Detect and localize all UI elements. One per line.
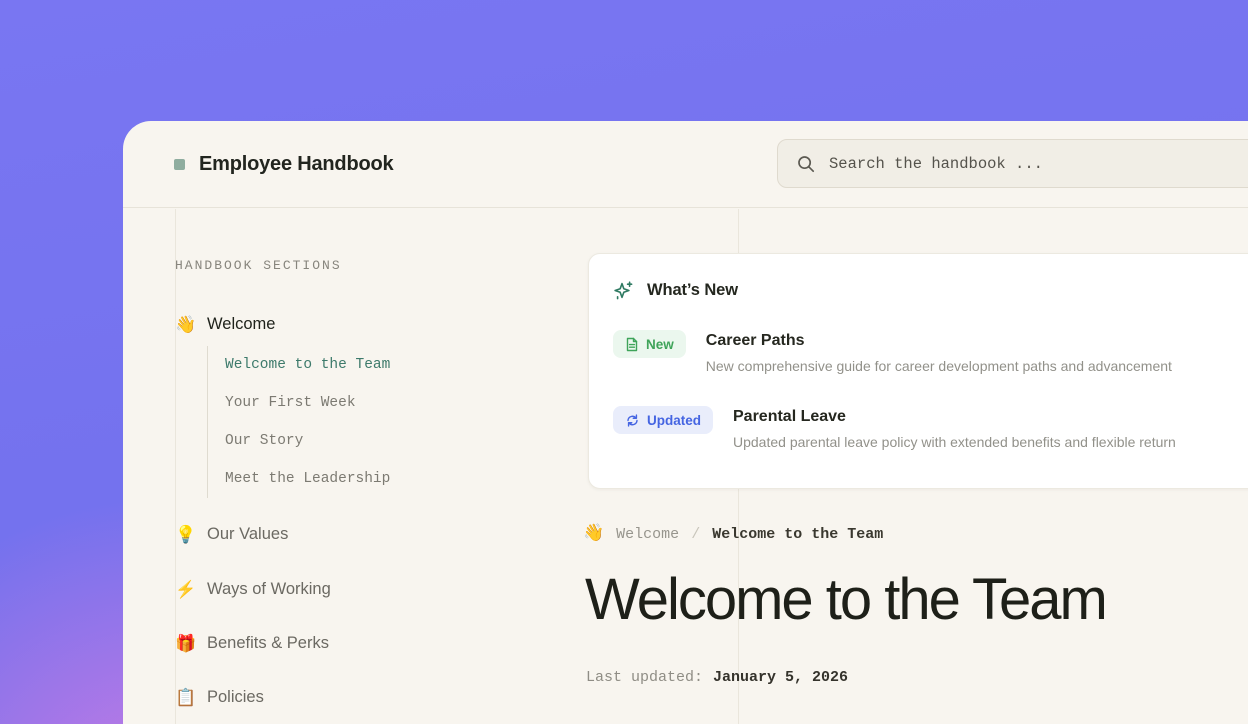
gift-emoji-icon: 🎁	[175, 635, 195, 652]
sidebar-item-welcome[interactable]: 👋 Welcome	[175, 310, 495, 338]
clipboard-emoji-icon: 📋	[175, 689, 195, 706]
whats-new-title: What’s New	[647, 281, 738, 300]
sidebar-item-ways-of-working[interactable]: ⚡ Ways of Working	[175, 575, 495, 603]
wave-emoji-icon: 👋	[583, 526, 604, 543]
sidebar-item-policies[interactable]: 📋 Policies	[175, 683, 495, 711]
app-body: HANDBOOK SECTIONS 👋 Welcome Welcome to t…	[123, 209, 1248, 724]
page-title: Welcome to the Team	[585, 569, 1106, 631]
news-item-title: Parental Leave	[733, 406, 1176, 428]
sidebar-item-label: Welcome	[207, 315, 275, 334]
breadcrumb-separator: /	[691, 526, 700, 543]
sidebar-welcome-subnav: Welcome to the Team Your First Week Our …	[207, 346, 390, 498]
sidebar-heading: HANDBOOK SECTIONS	[175, 258, 342, 273]
search-box[interactable]	[777, 139, 1248, 188]
app-window: Employee Handbook HANDBOOK SECTIONS 👋 We…	[123, 121, 1248, 724]
sidebar-item-label: Ways of Working	[207, 580, 331, 599]
refresh-icon	[625, 413, 640, 428]
news-item-title: Career Paths	[706, 330, 1172, 352]
sidebar-item-label: Benefits & Perks	[207, 634, 329, 653]
app-logo-icon	[174, 159, 185, 170]
news-badge-updated: Updated	[613, 406, 713, 434]
last-updated: Last updated: January 5, 2026	[586, 669, 848, 686]
whats-new-header: What’s New	[613, 278, 1248, 302]
brand: Employee Handbook	[174, 121, 393, 208]
lightning-emoji-icon: ⚡	[175, 581, 195, 598]
app-header: Employee Handbook	[123, 121, 1248, 208]
subnav-item-welcome-to-the-team[interactable]: Welcome to the Team	[225, 346, 390, 384]
breadcrumb: 👋 Welcome / Welcome to the Team	[583, 526, 883, 543]
news-item-description: New comprehensive guide for career devel…	[706, 356, 1172, 376]
document-icon	[625, 337, 639, 352]
sidebar-item-label: Our Values	[207, 525, 288, 544]
last-updated-label: Last updated:	[586, 669, 703, 686]
subnav-item-our-story[interactable]: Our Story	[225, 422, 390, 460]
subnav-item-meet-the-leadership[interactable]: Meet the Leadership	[225, 460, 390, 498]
app-title: Employee Handbook	[199, 153, 393, 176]
news-badge-label: Updated	[647, 413, 701, 428]
news-badge-new: New	[613, 330, 686, 358]
news-item-text: Career Paths New comprehensive guide for…	[706, 330, 1172, 376]
news-item-text: Parental Leave Updated parental leave po…	[733, 406, 1176, 452]
whats-new-card: What’s New New Career Paths	[588, 253, 1248, 489]
breadcrumb-page: Welcome to the Team	[712, 526, 883, 543]
search-input[interactable]	[829, 155, 1248, 173]
stage: Employee Handbook HANDBOOK SECTIONS 👋 We…	[0, 0, 1248, 724]
sidebar-item-our-values[interactable]: 💡 Our Values	[175, 520, 495, 548]
news-badge-label: New	[646, 337, 674, 352]
breadcrumb-section[interactable]: Welcome	[616, 526, 679, 543]
news-item-description: Updated parental leave policy with exten…	[733, 432, 1176, 452]
news-item-career-paths[interactable]: New Career Paths New comprehensive guide…	[613, 330, 1248, 376]
bulb-emoji-icon: 💡	[175, 526, 195, 543]
sidebar-item-benefits-perks[interactable]: 🎁 Benefits & Perks	[175, 629, 495, 657]
sparkles-icon	[613, 280, 634, 301]
subnav-item-your-first-week[interactable]: Your First Week	[225, 384, 390, 422]
news-item-parental-leave[interactable]: Updated Parental Leave Updated parental …	[613, 406, 1248, 452]
search-icon	[797, 155, 815, 173]
sidebar-item-label: Policies	[207, 688, 264, 707]
wave-emoji-icon: 👋	[175, 316, 195, 333]
last-updated-value: January 5, 2026	[713, 669, 848, 686]
